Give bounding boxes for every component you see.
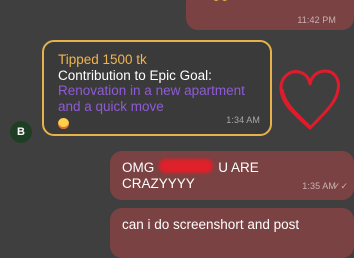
- double-check-icon: ✓✓: [188, 0, 203, 3]
- tip-message: Tipped 1500 tk Contribution to Epic Goal…: [42, 40, 272, 136]
- avatar[interactable]: B: [10, 121, 32, 143]
- outgoing-message-omg: OMG U ARE CRAZYYYY 1:35 AM ✓✓: [110, 151, 354, 200]
- message-text: U ARE: [218, 160, 259, 175]
- message-time: 1:35 AM: [302, 180, 336, 191]
- message-time: 1:34 AM: [226, 114, 260, 125]
- tip-title: Tipped 1500 tk: [58, 52, 147, 67]
- goal-text: Renovation in a new apartment and a quic…: [58, 83, 245, 114]
- outgoing-message-top: ●● 11:42 PM ✓✓: [186, 0, 354, 30]
- redaction-mark: [159, 159, 213, 173]
- emoji-icon: ●●: [212, 0, 229, 6]
- heart-drawing: [279, 69, 340, 130]
- message-text: can i do screenshort and post: [122, 217, 300, 232]
- message-time: 11:42 PM: [297, 15, 336, 25]
- goal-label: Contribution to Epic Goal:: [58, 67, 212, 83]
- outgoing-message-last: can i do screenshort and post: [110, 208, 354, 258]
- message-line: OMG U ARE: [122, 160, 342, 176]
- double-check-icon: ✓✓: [332, 180, 348, 191]
- smiling-face-icon: [58, 117, 69, 129]
- message-text: OMG: [122, 160, 155, 175]
